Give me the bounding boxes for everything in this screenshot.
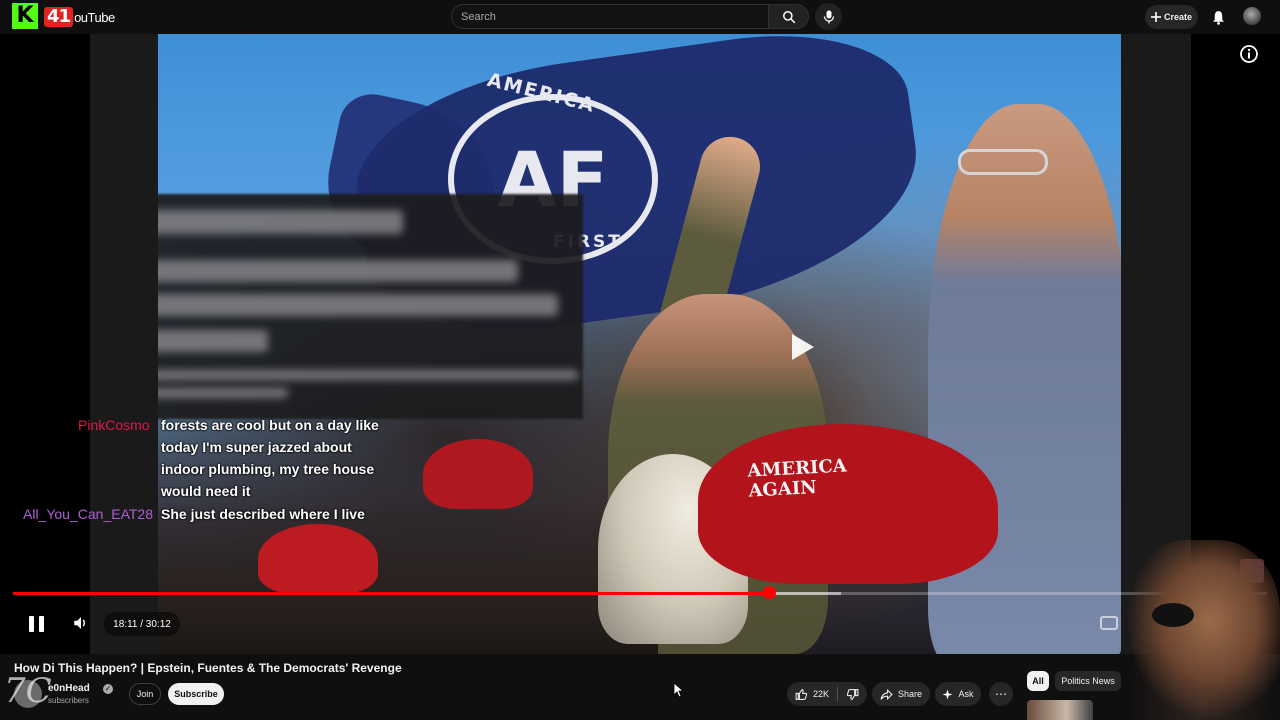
video-player[interactable]: AF AMERICA FIRST AMERICA AGAIN PinkCosmo… <box>0 34 1280 654</box>
notifications-button[interactable] <box>1209 7 1227 27</box>
blurred-text <box>158 294 558 316</box>
glasses <box>958 149 1048 175</box>
blurred-text <box>158 210 403 234</box>
chat-line: She just described where I live <box>161 506 365 522</box>
youtube-page: K 41 ouTube Search Create AF AMERICA FIR… <box>0 0 1280 720</box>
progress-played <box>13 592 770 595</box>
chat-line: forests are cool but on a day like <box>161 417 379 433</box>
crowd <box>158 504 658 654</box>
logo-badge: 41 <box>44 7 74 27</box>
mouse-cursor-icon <box>673 682 685 698</box>
play-indicator-icon <box>784 330 818 364</box>
player-letterbox-left <box>90 34 158 654</box>
search-icon <box>782 10 795 23</box>
red-hat <box>423 439 533 509</box>
sparkle-icon <box>942 688 954 700</box>
search-input[interactable]: Search <box>451 4 769 29</box>
hat-text: AMERICA AGAIN <box>747 455 848 501</box>
youtube-logo[interactable]: 41 ouTube <box>44 6 115 28</box>
streamer-facecam <box>1125 540 1280 720</box>
volume-button[interactable] <box>72 614 92 634</box>
bell-icon <box>1212 10 1224 25</box>
chat-line: today I'm super jazzed about <box>161 439 352 455</box>
channel-name[interactable]: e0nHead <box>48 683 90 694</box>
share-icon <box>880 688 893 700</box>
subscribe-button[interactable]: Subscribe <box>168 683 224 705</box>
video-frame: AF AMERICA FIRST AMERICA AGAIN <box>158 34 1121 654</box>
pause-icon <box>28 616 34 632</box>
create-button[interactable]: Create <box>1145 5 1198 29</box>
verified-icon: ✓ <box>103 684 113 694</box>
time-display: 18:11 / 30:12 <box>104 612 180 636</box>
blurred-text <box>158 330 268 352</box>
info-button[interactable] <box>1239 44 1259 64</box>
chat-line: would need it <box>161 483 251 499</box>
share-label: Share <box>897 689 923 699</box>
more-actions-button[interactable]: ⋯ <box>989 682 1013 706</box>
chip-politics-news[interactable]: Politics News <box>1055 671 1121 691</box>
account-avatar[interactable] <box>1243 7 1261 25</box>
chat-username: PinkCosmo <box>78 417 150 433</box>
create-label: Create <box>1163 12 1192 22</box>
chat-text: She just described where I live <box>161 503 381 525</box>
chat-line: indoor plumbing, my tree house <box>161 461 375 477</box>
blurred-text <box>158 388 288 398</box>
thumbs-up-icon <box>795 688 808 700</box>
logo-wordmark: ouTube <box>74 9 115 25</box>
pause-button[interactable] <box>26 612 46 636</box>
chip-all[interactable]: All <box>1027 671 1049 691</box>
info-icon <box>1240 45 1258 63</box>
like-dislike-group: 22K <box>787 682 867 706</box>
thumbs-down-icon <box>846 688 859 700</box>
like-button[interactable]: 22K <box>787 682 837 706</box>
video-title: How Di This Happen? | Epstein, Fuentes &… <box>14 661 402 675</box>
search-placeholder: Search <box>461 10 496 23</box>
ask-label: Ask <box>958 689 974 699</box>
share-button[interactable]: Share <box>872 682 930 706</box>
plus-icon <box>1150 12 1161 22</box>
eyepatch <box>1152 603 1194 627</box>
top-bar: K 41 ouTube Search Create <box>0 0 1280 34</box>
recommended-thumbnail[interactable] <box>1027 700 1093 720</box>
dislike-button[interactable] <box>838 682 867 706</box>
red-hat <box>258 524 378 594</box>
voice-search-button[interactable] <box>815 3 842 30</box>
subscriber-count: subscribers <box>48 696 89 705</box>
mic-icon <box>823 10 834 23</box>
captions-icon[interactable] <box>1100 616 1118 630</box>
blurred-article-card <box>158 194 583 419</box>
volume-icon <box>74 617 86 629</box>
kick-logo[interactable]: K <box>12 3 38 29</box>
like-count: 22K <box>812 689 829 699</box>
chat-text: forests are cool but on a day like today… <box>161 414 381 502</box>
chat-username: All_You_Can_EAT28 <box>23 506 153 522</box>
blurred-text <box>158 370 578 380</box>
search-button[interactable] <box>769 4 809 29</box>
blurred-text <box>158 260 518 282</box>
join-button[interactable]: Join <box>129 683 161 705</box>
ask-button[interactable]: Ask <box>935 682 981 706</box>
